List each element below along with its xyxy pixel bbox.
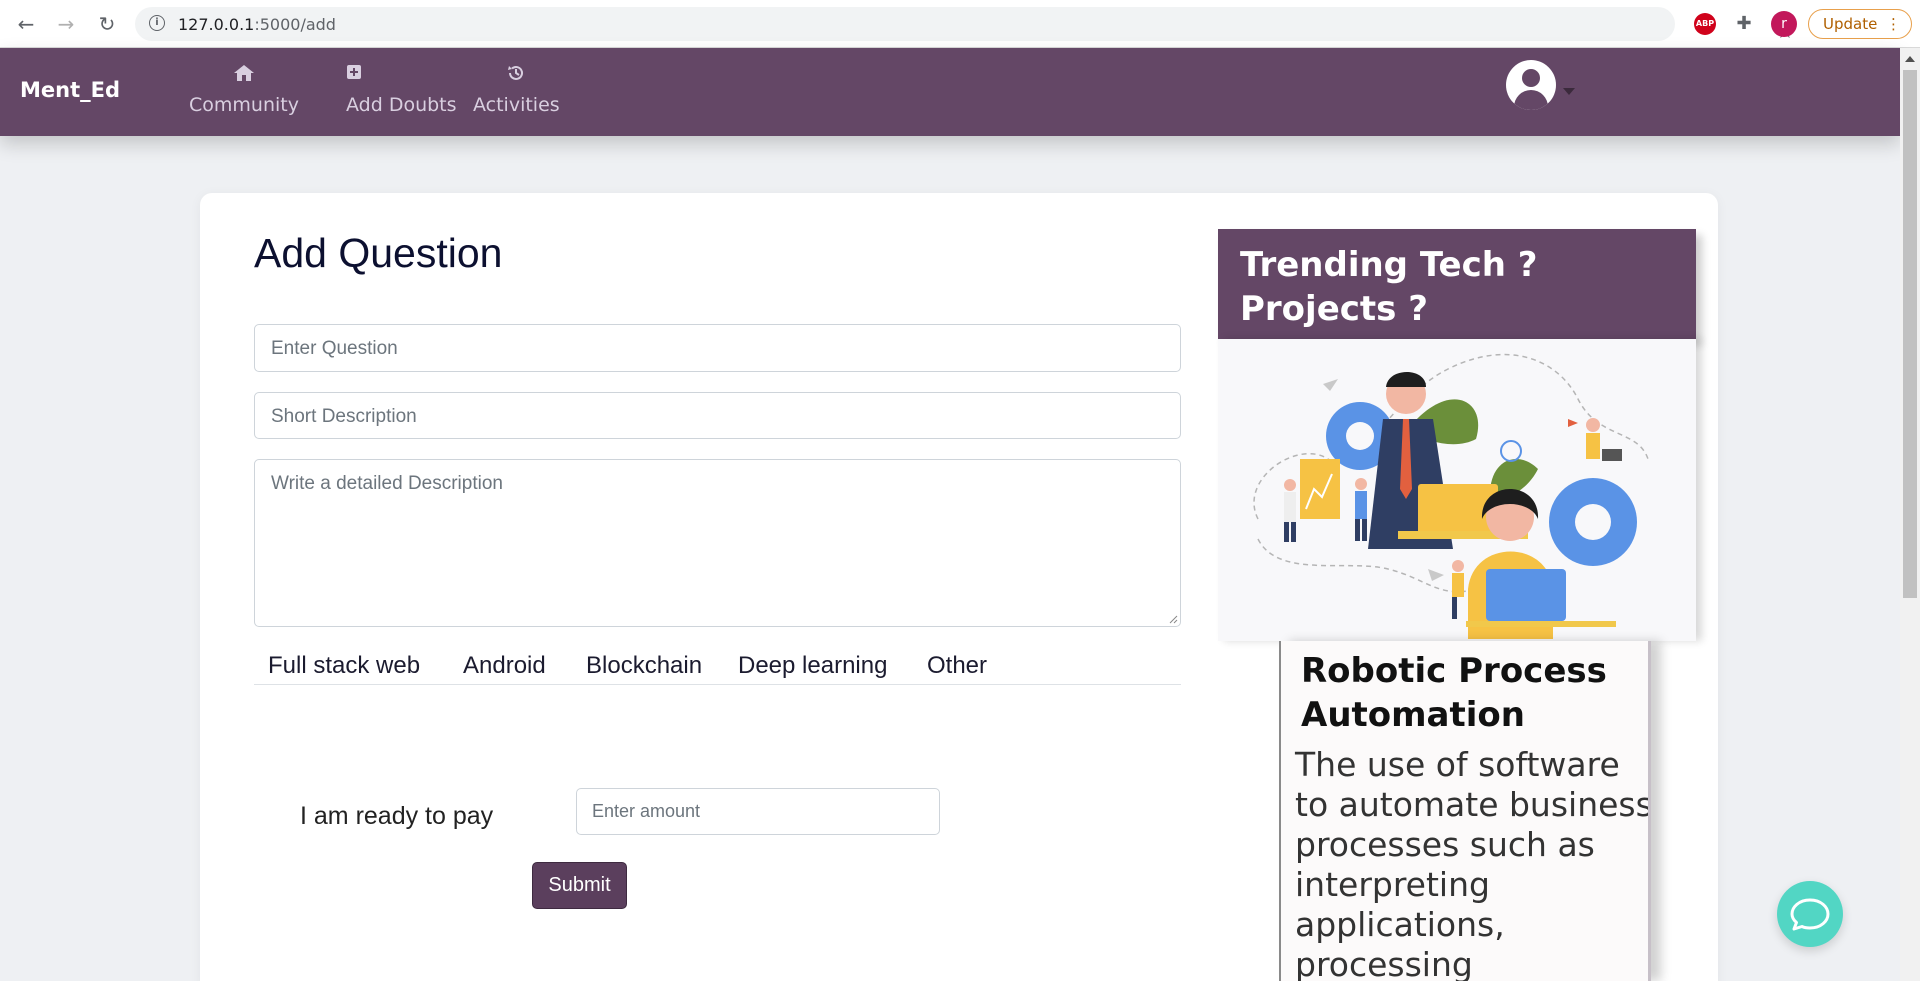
submit-button[interactable]: Submit <box>532 862 627 909</box>
more-menu-icon: ⋮ <box>1886 15 1901 33</box>
plus-square-icon <box>346 64 457 86</box>
page-scrollbar[interactable] <box>1900 48 1920 981</box>
scrollbar-thumb[interactable] <box>1903 70 1917 598</box>
page-title: Add Question <box>254 230 503 276</box>
scroll-up-arrow-icon[interactable] <box>1905 56 1915 62</box>
tab-deep-learning[interactable]: Deep learning <box>738 652 887 680</box>
nav-item-activities[interactable]: Activities <box>473 64 560 116</box>
trending-project-card[interactable]: Robotic Process Automation The use of so… <box>1279 641 1651 981</box>
detailed-description-textarea[interactable]: Write a detailed Description <box>254 459 1181 627</box>
brand-logo[interactable]: Ment_Ed <box>20 78 120 102</box>
nav-item-community[interactable]: Community <box>189 64 299 116</box>
amount-placeholder: Enter amount <box>592 801 701 821</box>
url-text[interactable]: 127.0.0.1:5000/add <box>178 15 336 34</box>
trending-illustration <box>1218 339 1696 641</box>
forward-icon[interactable]: → <box>54 12 78 36</box>
browser-profile-avatar[interactable]: r <box>1771 11 1797 37</box>
pay-label: I am ready to pay <box>300 802 494 830</box>
nav-item-label: Community <box>189 94 299 116</box>
resize-handle-icon[interactable] <box>1168 614 1178 624</box>
trending-header: Trending Tech ? Projects ? <box>1218 229 1696 339</box>
detailed-description-placeholder: Write a detailed Description <box>271 473 503 494</box>
reload-icon[interactable]: ↻ <box>95 12 119 36</box>
site-info-icon[interactable]: i <box>149 15 165 31</box>
question-placeholder: Enter Question <box>271 338 398 359</box>
browser-update-button[interactable]: Update ⋮ <box>1808 9 1912 39</box>
nav-item-label: Add Doubts <box>346 94 457 116</box>
tab-other[interactable]: Other <box>927 652 987 680</box>
amount-input[interactable]: Enter amount <box>576 788 940 835</box>
tab-android[interactable]: Android <box>463 652 546 680</box>
nav-item-add-doubts[interactable]: Add Doubts <box>346 64 457 116</box>
short-description-placeholder: Short Description <box>271 406 417 427</box>
home-icon <box>189 64 299 86</box>
history-icon <box>473 64 560 86</box>
address-bar[interactable]: i 127.0.0.1:5000/add ☆ <box>135 7 1794 42</box>
question-input[interactable]: Enter Question <box>254 324 1181 372</box>
category-tabs: Full stack web Android Blockchain Deep l… <box>254 650 1181 685</box>
nav-item-label: Activities <box>473 94 560 116</box>
trending-title: Trending Tech ? Projects ? <box>1240 245 1538 329</box>
tab-full-stack-web[interactable]: Full stack web <box>268 652 420 680</box>
adblock-extension-icon[interactable]: ABP <box>1694 13 1716 35</box>
project-title: Robotic Process Automation <box>1301 651 1607 735</box>
chat-button[interactable] <box>1777 881 1843 947</box>
app-navbar: Ment_Ed Community Add Doubts Activities <box>0 48 1900 136</box>
extensions-puzzle-icon[interactable]: ✚ <box>1733 13 1755 35</box>
browser-toolbar: ← → ↻ i 127.0.0.1:5000/add ☆ ABP ✚ r Upd… <box>0 0 1920 48</box>
chat-bubble-icon <box>1790 898 1830 931</box>
project-description: The use of software to automate business… <box>1295 745 1651 981</box>
short-description-input[interactable]: Short Description <box>254 392 1181 439</box>
back-icon[interactable]: ← <box>14 12 38 36</box>
chevron-down-icon[interactable] <box>1563 88 1575 95</box>
user-avatar[interactable] <box>1506 60 1556 110</box>
tab-blockchain[interactable]: Blockchain <box>586 652 702 680</box>
